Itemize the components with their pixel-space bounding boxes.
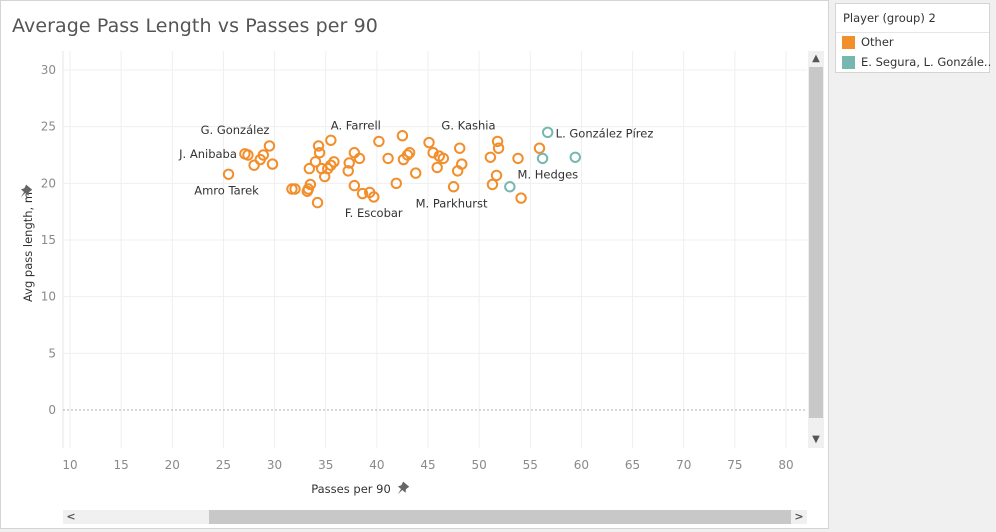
- data-point-other[interactable]: [431, 161, 443, 174]
- data-point-other[interactable]: [263, 140, 276, 152]
- data-point-other[interactable]: [533, 142, 546, 154]
- x-tick-label: 50: [472, 458, 487, 472]
- data-point-other[interactable]: [515, 192, 527, 204]
- legend-item-other[interactable]: Other: [842, 35, 894, 49]
- data-point-other[interactable]: [348, 179, 361, 192]
- horizontal-scrollbar[interactable]: < >: [63, 510, 807, 524]
- x-tick-label: 45: [420, 458, 435, 472]
- legend-divider: [836, 32, 989, 33]
- data-point-other[interactable]: [313, 147, 326, 159]
- point-label: A. Farrell: [331, 118, 381, 132]
- legend-item-segura-group[interactable]: E. Segura, L. Gonzále..: [842, 55, 991, 69]
- legend-label: E. Segura, L. Gonzále..: [861, 55, 992, 69]
- y-tick-label: 15: [41, 233, 56, 247]
- data-point-other[interactable]: [266, 158, 279, 170]
- legend-swatch: [842, 55, 855, 69]
- data-point-segura-group[interactable]: [536, 152, 549, 165]
- x-tick-label: 30: [267, 458, 282, 472]
- data-point-other[interactable]: [311, 196, 324, 209]
- scroll-right-button[interactable]: >: [791, 510, 807, 524]
- data-point-other[interactable]: [382, 152, 394, 165]
- x-tick-label: 35: [318, 458, 333, 472]
- vertical-scrollbar[interactable]: ▲ ▼: [808, 51, 824, 448]
- data-point-other[interactable]: [454, 142, 466, 154]
- y-axis-title: Avg pass length, m: [21, 192, 35, 302]
- data-point-other[interactable]: [490, 169, 503, 182]
- x-tick-label: 25: [216, 458, 231, 472]
- point-label: J. Anibaba: [178, 147, 237, 161]
- legend: Player (group) 2 Other E. Segura, L. Gon…: [835, 3, 991, 73]
- x-tick-label: 40: [369, 458, 384, 472]
- pin-icon[interactable]: [394, 481, 410, 497]
- x-tick-label: 10: [62, 458, 77, 472]
- point-label: F. Escobar: [345, 206, 403, 220]
- data-point-segura-group[interactable]: [569, 151, 581, 163]
- point-label: M. Parkhurst: [416, 197, 488, 211]
- x-tick-label: 75: [727, 458, 742, 472]
- data-point-other[interactable]: [396, 130, 409, 142]
- data-point-other[interactable]: [325, 134, 337, 146]
- x-tick-label: 15: [114, 458, 129, 472]
- scroll-down-button[interactable]: ▼: [808, 432, 824, 448]
- point-label: G. González: [201, 123, 270, 137]
- data-point-other[interactable]: [492, 142, 505, 154]
- x-tick-label: 60: [574, 458, 589, 472]
- data-point-other[interactable]: [403, 147, 416, 159]
- point-label: Amro Tarek: [194, 183, 259, 197]
- x-tick-label: 55: [523, 458, 538, 472]
- scroll-left-button[interactable]: <: [63, 510, 79, 524]
- y-tick-label: 30: [41, 63, 56, 77]
- y-tick-label: 5: [48, 346, 56, 360]
- point-label: L. González Pírez: [556, 126, 654, 140]
- y-tick-label: 25: [41, 120, 56, 134]
- data-point-other[interactable]: [486, 178, 499, 191]
- data-point-other[interactable]: [410, 167, 422, 179]
- data-point-segura-group[interactable]: [541, 126, 554, 139]
- point-label: M. Hedges: [518, 168, 579, 182]
- legend-swatch: [842, 35, 855, 49]
- legend-title: Player (group) 2: [843, 11, 936, 25]
- x-tick-label: 20: [165, 458, 180, 472]
- scatter-plot[interactable]: 10 15 20 25 30 35 40 45 50 55 60 65 70 75 80 0 5 10 15 20 25…: [1, 1, 830, 530]
- point-label: G. Kashia: [441, 118, 495, 132]
- y-tick-label: 0: [48, 403, 56, 417]
- legend-label: Other: [861, 35, 894, 49]
- chart-panel: Average Pass Length vs Passes per 90 10 1…: [0, 0, 829, 529]
- y-tick-label: 20: [41, 176, 56, 190]
- scroll-up-button[interactable]: ▲: [808, 51, 824, 67]
- data-point-other[interactable]: [373, 135, 385, 148]
- x-tick-label: 70: [676, 458, 691, 472]
- x-tick-label: 65: [625, 458, 640, 472]
- data-point-other[interactable]: [222, 168, 235, 180]
- vertical-scroll-thumb[interactable]: [809, 67, 823, 418]
- horizontal-scroll-thumb[interactable]: [209, 510, 791, 524]
- data-point-other[interactable]: [484, 151, 497, 163]
- x-tick-label: 80: [778, 458, 793, 472]
- data-point-other[interactable]: [512, 152, 524, 165]
- x-axis-title: Passes per 90: [311, 482, 391, 496]
- data-point-other[interactable]: [423, 136, 435, 149]
- y-tick-label: 10: [41, 290, 56, 304]
